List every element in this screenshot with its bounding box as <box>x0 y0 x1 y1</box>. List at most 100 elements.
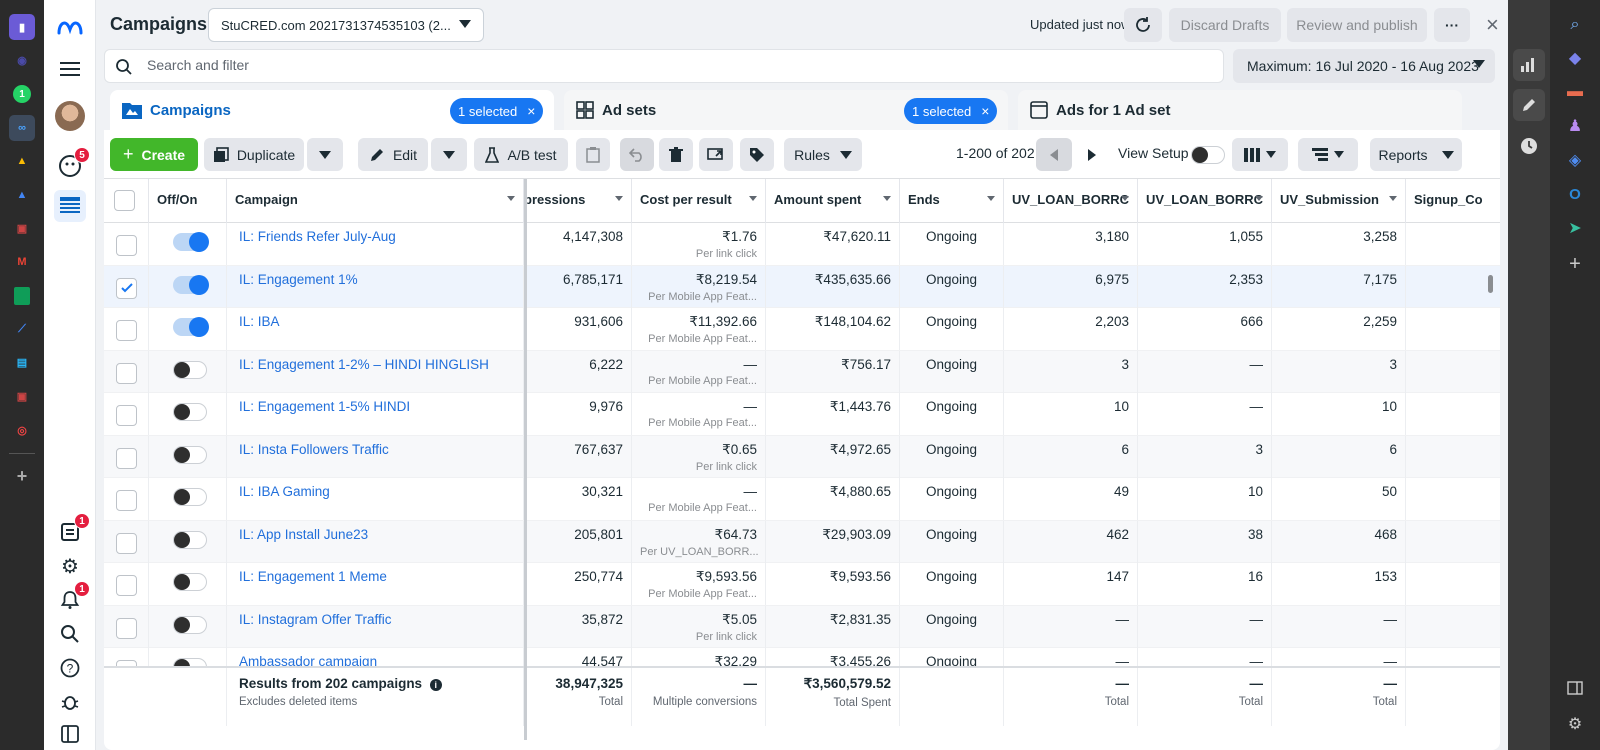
next-page-button[interactable] <box>1074 138 1110 171</box>
column-header-uv-loan-2[interactable]: UV_LOAN_BORRC <box>1138 179 1272 223</box>
table-row[interactable]: IL: App Install June23 205,801 ₹64.73 Per U… <box>104 520 1500 563</box>
analytics-icon[interactable]: ⟋ <box>9 316 35 342</box>
settings-icon[interactable]: ⚙ <box>1563 712 1587 736</box>
campaign-name-link[interactable]: IL: Engagement 1-2% – HINDI HINGLISH <box>227 350 524 393</box>
search-input[interactable] <box>147 57 1147 73</box>
close-icon[interactable]: × <box>1486 12 1499 38</box>
export-button[interactable] <box>699 138 733 171</box>
campaign-status-toggle[interactable] <box>173 615 207 634</box>
google-ads-icon[interactable]: ▲ <box>9 148 35 174</box>
campaign-name-link[interactable]: IL: IBA Gaming <box>227 478 524 520</box>
table-row[interactable]: IL: IBA 931,606 ₹11,392.66 Per Mobile App F… <box>104 308 1500 351</box>
info-icon[interactable]: i <box>429 679 442 691</box>
refresh-button[interactable] <box>1124 8 1162 42</box>
google-ads-icon[interactable]: ▲ <box>9 182 35 208</box>
row-checkbox[interactable] <box>116 235 137 256</box>
discard-drafts-button[interactable]: Discard Drafts <box>1169 8 1281 42</box>
column-header-select[interactable] <box>104 179 149 223</box>
select-all-checkbox[interactable] <box>114 190 135 211</box>
row-checkbox[interactable] <box>116 617 137 639</box>
table-row[interactable]: Ambassador campaign 44,547 ₹32.29 ₹3,455.26… <box>104 648 1500 666</box>
sheets-icon[interactable] <box>9 283 35 309</box>
row-checkbox[interactable] <box>116 490 137 511</box>
undo-button[interactable] <box>620 138 654 171</box>
clear-selection-icon[interactable]: × <box>527 103 535 119</box>
campaign-status-toggle[interactable] <box>173 403 207 421</box>
date-range-picker[interactable]: Maximum: 16 Jul 2020 - 16 Aug 2023 <box>1233 49 1495 83</box>
campaign-status-toggle[interactable] <box>173 360 207 379</box>
create-button[interactable]: + Create <box>110 138 198 171</box>
review-publish-button[interactable]: Review and publish <box>1287 8 1427 42</box>
campaign-name-link[interactable]: IL: Instagram Offer Traffic <box>227 605 524 648</box>
add-icon[interactable]: + <box>9 464 35 490</box>
avatar[interactable] <box>54 100 86 132</box>
table-row[interactable]: IL: Friends Refer July-Aug 4,147,308 ₹1.76… <box>104 223 1500 266</box>
row-checkbox[interactable] <box>116 320 137 341</box>
settings-icon[interactable]: ⚙ <box>54 550 86 582</box>
more-options-button[interactable]: ··· <box>1434 8 1470 42</box>
campaign-name-link[interactable]: IL: IBA <box>227 308 524 350</box>
tab-campaigns[interactable]: Campaigns 1 selected × <box>110 90 554 130</box>
campaign-name-link[interactable]: Ambassador campaign <box>227 648 524 666</box>
table-row[interactable]: IL: IBA Gaming 30,321 — Per Mobile App Feat… <box>104 478 1500 521</box>
campaign-name-link[interactable]: IL: Insta Followers Traffic <box>227 435 524 478</box>
columns-button[interactable] <box>1232 138 1288 171</box>
search-bar[interactable] <box>104 49 1224 83</box>
column-header-uv-submission[interactable]: UV_Submission <box>1272 179 1406 223</box>
edit-dropdown[interactable] <box>431 138 467 171</box>
app-icon[interactable]: ▮ <box>9 14 35 40</box>
account-icon[interactable]: 5 <box>54 147 90 182</box>
table-row[interactable]: IL: Insta Followers Traffic 767,637 ₹0.65 P… <box>104 435 1500 478</box>
menu-icon[interactable] <box>54 53 86 85</box>
column-header-amount-spent[interactable]: Amount spent <box>766 179 900 223</box>
view-setup-toggle[interactable] <box>1191 146 1225 167</box>
whatsapp-icon[interactable]: 1 <box>9 81 35 107</box>
ads-manager-icon[interactable] <box>54 190 86 222</box>
send-icon[interactable]: ➤ <box>1563 216 1587 240</box>
clipboard-button[interactable] <box>576 138 610 171</box>
panel-toggle-icon[interactable] <box>54 718 86 750</box>
clock-icon[interactable] <box>1513 130 1545 162</box>
app-icon[interactable]: ◉ <box>9 48 35 74</box>
table-row[interactable]: IL: Engagement 1% 6,785,171 ₹8,219.54 Per M… <box>104 265 1500 308</box>
campaign-status-toggle[interactable] <box>173 317 209 337</box>
meta-icon[interactable]: ∞ <box>9 114 35 141</box>
sidebar-toggle-icon[interactable] <box>1563 676 1587 700</box>
app-icon[interactable]: ▣ <box>9 216 35 242</box>
people-icon[interactable]: ♟ <box>1563 114 1587 138</box>
campaign-name-link[interactable]: IL: App Install June23 <box>227 520 524 563</box>
column-header-offon[interactable]: Off/On <box>149 179 227 223</box>
add-icon[interactable]: + <box>1563 252 1587 276</box>
campaign-status-toggle[interactable] <box>173 658 207 666</box>
pages-icon[interactable]: 1 <box>54 513 90 548</box>
column-header-ends[interactable]: Ends <box>900 179 1004 223</box>
selection-pill[interactable]: 1 selected × <box>450 98 544 124</box>
breakdown-button[interactable] <box>1298 138 1358 171</box>
toolbox-icon[interactable]: ▬ <box>1563 80 1587 104</box>
help-icon[interactable]: ? <box>54 652 86 684</box>
search-icon[interactable]: ⌕ <box>1563 13 1587 37</box>
selection-pill[interactable]: 1 selected × <box>904 98 998 124</box>
outlook-icon[interactable]: O <box>1563 182 1587 206</box>
row-checkbox[interactable] <box>116 405 137 426</box>
app-icon[interactable]: ▣ <box>9 384 35 410</box>
campaign-name-link[interactable]: IL: Engagement 1 Meme <box>227 563 524 605</box>
row-checkbox[interactable] <box>116 575 137 596</box>
delete-button[interactable] <box>659 138 693 171</box>
column-header-campaign[interactable]: Campaign <box>227 179 524 223</box>
tag-icon[interactable]: ◆ <box>1563 46 1587 70</box>
campaign-status-toggle[interactable] <box>173 274 209 295</box>
campaign-status-toggle[interactable] <box>173 445 207 464</box>
copilot-icon[interactable]: ◈ <box>1563 148 1587 172</box>
tag-button[interactable] <box>740 138 774 171</box>
campaign-status-toggle[interactable] <box>173 573 207 591</box>
column-header-impressions[interactable]: pressions <box>524 179 632 223</box>
reports-button[interactable]: Reports <box>1370 138 1462 171</box>
vertical-scrollbar[interactable] <box>1488 275 1493 293</box>
search-icon[interactable] <box>54 618 86 650</box>
pencil-icon[interactable] <box>1513 89 1545 121</box>
row-checkbox[interactable] <box>116 362 137 384</box>
campaign-status-toggle[interactable] <box>173 232 209 252</box>
meta-logo-icon[interactable] <box>54 12 86 44</box>
row-checkbox[interactable] <box>116 447 137 469</box>
